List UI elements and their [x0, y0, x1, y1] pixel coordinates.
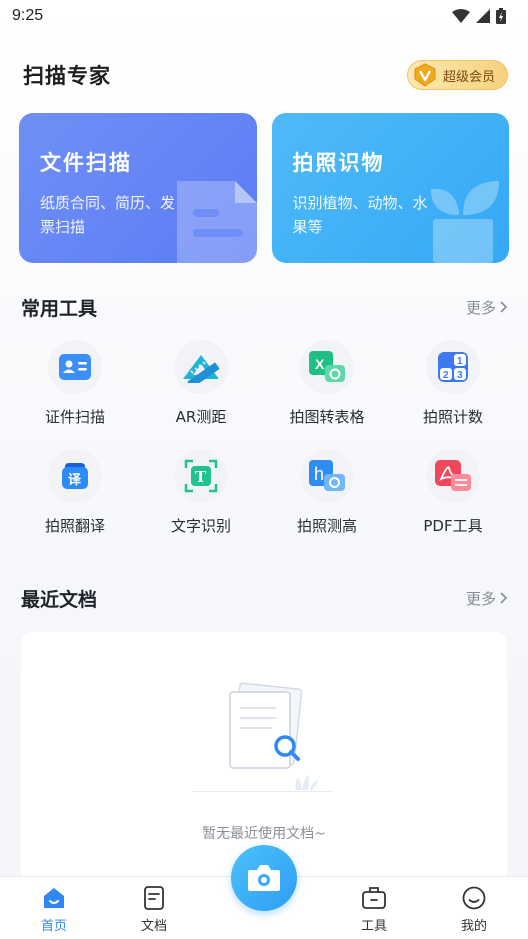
hero-title: 文件扫描	[40, 151, 132, 175]
tab-me[interactable]: 我的	[434, 877, 514, 939]
tool-id-scan[interactable]: 证件扫描	[12, 340, 138, 427]
hero-cards: 文件扫描 纸质合同、简历、发票扫描 拍照识物 识别植物、动物、水果等	[19, 113, 509, 263]
tool-label: 拍图转表格	[289, 408, 365, 426]
tab-tools[interactable]: 工具	[334, 877, 414, 939]
tool-label: 拍照测高	[296, 517, 357, 535]
tool-label: 证件扫描	[44, 408, 105, 426]
translate-icon: 译	[62, 463, 88, 489]
tool-photo-count[interactable]: 1 2 3 拍照计数	[390, 340, 516, 427]
status-time: 9:25	[12, 7, 44, 24]
excel-icon: X	[309, 351, 345, 382]
text-scan-icon: T	[184, 459, 218, 493]
camera-button[interactable]	[231, 845, 297, 911]
svg-text:3: 3	[457, 370, 463, 381]
tool-pdf[interactable]: PDF工具	[390, 449, 516, 536]
empty-documents-icon	[192, 682, 334, 792]
recent-section-header: 最近文档 更多	[0, 583, 528, 613]
hero-desc: 纸质合同、简历、发票扫描	[40, 194, 176, 236]
tool-photo-translate[interactable]: 译 拍照翻译	[12, 449, 138, 536]
ruler-icon	[183, 355, 220, 383]
svg-text:X: X	[315, 356, 325, 372]
header: 扫描专家 超级会员	[0, 50, 528, 100]
tool-ar-ruler[interactable]: AR测距	[138, 340, 264, 427]
id-card-icon	[59, 354, 91, 380]
tool-label: 文字识别	[170, 517, 231, 535]
document-icon	[176, 181, 257, 263]
number-grid-icon: 1 2 3	[438, 352, 468, 382]
hero-desc: 识别植物、动物、水果等	[292, 194, 428, 236]
smiley-icon	[462, 886, 486, 910]
object-recognition-card[interactable]: 拍照识物 识别植物、动物、水果等	[271, 113, 509, 263]
signal-icon	[476, 9, 490, 23]
vip-badge[interactable]: 超级会员	[406, 60, 508, 90]
tool-height-measure[interactable]: h 拍照测高	[264, 449, 390, 536]
battery-icon	[496, 8, 506, 24]
doc-scan-card[interactable]: 文件扫描 纸质合同、简历、发票扫描	[19, 113, 257, 263]
v-badge-icon	[414, 63, 436, 87]
document-tab-icon	[144, 886, 164, 910]
tool-icon-bg: 1 2 3	[426, 340, 480, 394]
tab-label: 首页	[40, 919, 67, 934]
tab-label: 我的	[460, 919, 487, 934]
more-label: 更多	[465, 298, 496, 317]
tools-section-title: 常用工具	[21, 297, 98, 320]
tool-label: AR测距	[175, 408, 227, 426]
vip-label: 超级会员	[442, 69, 495, 85]
tool-label: 拍照计数	[422, 408, 483, 426]
pdf-icon	[435, 460, 471, 491]
tool-label: 拍照翻译	[44, 517, 105, 535]
recent-section-title: 最近文档	[21, 588, 98, 611]
tab-home[interactable]: 首页	[14, 877, 94, 939]
tool-icon-bg: h	[300, 449, 354, 503]
svg-text:2: 2	[443, 370, 449, 381]
height-icon: h	[309, 460, 345, 491]
home-icon	[44, 888, 64, 908]
tools-more-link[interactable]: 更多	[466, 297, 508, 318]
tab-label: 文档	[140, 919, 167, 934]
camera-icon	[248, 865, 280, 891]
tool-icon-bg: T	[174, 449, 228, 503]
hero-title: 拍照识物	[292, 151, 385, 175]
tool-icon-bg	[48, 340, 102, 394]
tool-icon-bg	[174, 340, 228, 394]
tab-documents[interactable]: 文档	[114, 877, 194, 939]
wifi-icon	[452, 9, 470, 23]
svg-text:1: 1	[457, 356, 463, 367]
tool-photo-to-table[interactable]: X 拍图转表格	[264, 340, 390, 427]
empty-state-text: 暂无最近使用文档~	[202, 826, 326, 842]
chevron-right-icon	[500, 301, 508, 313]
plant-icon	[431, 181, 499, 263]
chevron-right-icon	[500, 592, 508, 604]
app-title: 扫描专家	[23, 64, 111, 88]
svg-text:h: h	[314, 464, 324, 484]
tool-icon-bg: X	[300, 340, 354, 394]
status-icons	[452, 8, 506, 24]
svg-text:译: 译	[68, 473, 82, 488]
status-bar: 9:25	[0, 0, 528, 32]
toolbox-icon	[362, 887, 386, 909]
tools-grid: 证件扫描 AR测距 X 拍图转表格 1 2 3 拍照计数 译 拍照翻译 T 文字…	[12, 340, 516, 536]
recent-more-link[interactable]: 更多	[466, 588, 508, 609]
svg-text:T: T	[195, 468, 207, 486]
tools-section-header: 常用工具 更多	[0, 292, 528, 322]
more-label: 更多	[465, 589, 496, 608]
tool-icon-bg: 译	[48, 449, 102, 503]
tool-icon-bg	[426, 449, 480, 503]
tool-label: PDF工具	[423, 517, 483, 535]
tool-text-recognition[interactable]: T 文字识别	[138, 449, 264, 536]
tab-label: 工具	[360, 919, 387, 934]
